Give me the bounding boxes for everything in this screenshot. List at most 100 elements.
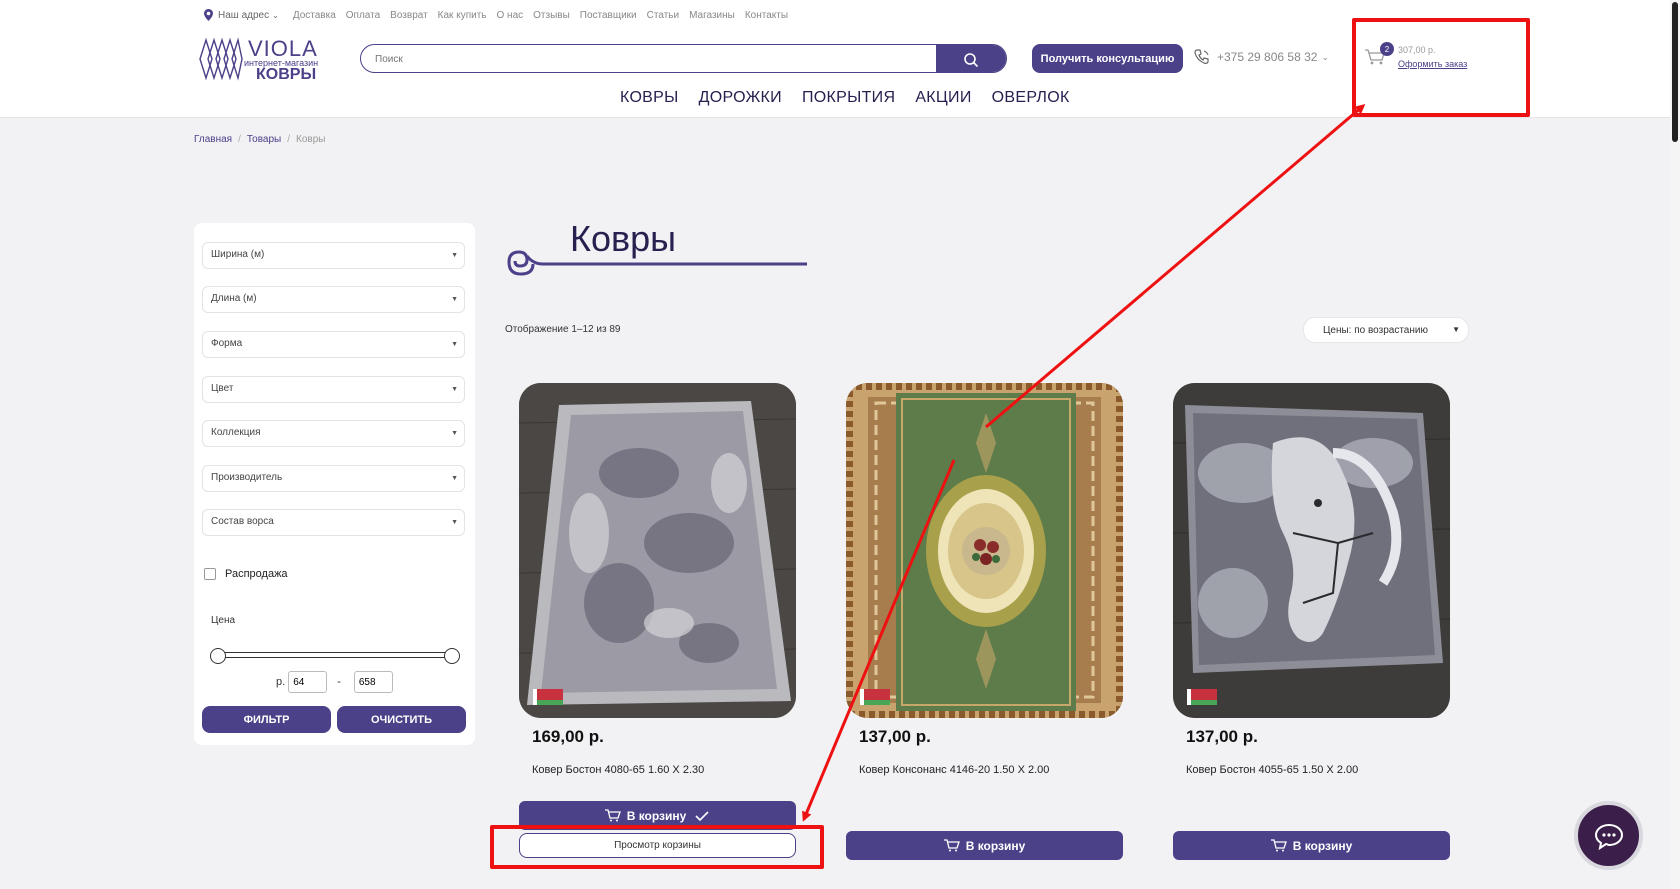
filter-label: Состав ворса <box>211 516 274 527</box>
address-dropdown[interactable]: Наш адрес ⌄ <box>204 9 279 21</box>
filter-length-select[interactable]: Длина (м) ▼ <box>202 286 465 313</box>
nav-overlock[interactable]: ОВЕРЛОК <box>992 89 1070 107</box>
price-max-input[interactable] <box>353 671 393 693</box>
slider-min-handle[interactable] <box>210 648 226 664</box>
chevron-down-icon: ⌄ <box>1321 51 1329 62</box>
filter-label: Ширина (м) <box>211 249 265 260</box>
toplink-articles[interactable]: Статьи <box>647 10 679 21</box>
filter-label: Форма <box>211 338 243 349</box>
logo-category: КОВРЫ <box>256 66 317 83</box>
sort-select[interactable]: Цены: по возрастанию ▼ <box>1303 317 1469 343</box>
add-to-cart-label: В корзину <box>965 838 1026 853</box>
add-to-cart-button[interactable]: В корзину <box>1173 831 1450 860</box>
filter-label: Производитель <box>211 472 283 483</box>
price-min-input[interactable] <box>288 671 328 693</box>
nav-runners[interactable]: ДОРОЖКИ <box>699 89 782 107</box>
filter-button[interactable]: ФИЛЬТР <box>202 706 331 733</box>
nav-carpets[interactable]: КОВРЫ <box>620 89 679 107</box>
filter-width-select[interactable]: Ширина (м) ▼ <box>202 242 465 269</box>
filter-label: Цвет <box>211 383 234 394</box>
toplink-suppliers[interactable]: Поставщики <box>580 10 637 21</box>
search-button[interactable] <box>936 45 1006 72</box>
main-navigation: КОВРЫ ДОРОЖКИ ПОКРЫТИЯ АКЦИИ ОВЕРЛОК <box>620 89 1090 107</box>
product-image[interactable] <box>846 383 1123 718</box>
range-dash: - <box>337 676 341 688</box>
nav-promotions[interactable]: АКЦИИ <box>915 89 971 107</box>
annotation-box-view-cart <box>490 825 824 869</box>
phone-dropdown[interactable]: +375 29 806 58 32 ⌄ <box>1193 48 1329 66</box>
product-name[interactable]: Ковер Бостон 4055-65 1.50 X 2.00 <box>1186 764 1358 776</box>
nav-coverings[interactable]: ПОКРЫТИЯ <box>802 89 895 107</box>
product-image[interactable] <box>1173 383 1450 718</box>
toplink-stores[interactable]: Магазины <box>689 10 735 21</box>
slider-max-handle[interactable] <box>444 648 460 664</box>
search-input[interactable] <box>375 50 955 68</box>
slider-track <box>216 652 456 658</box>
page-title: Ковры <box>570 218 677 259</box>
chevron-down-icon: ▼ <box>1452 325 1460 334</box>
product-name[interactable]: Ковер Бостон 4080-65 1.60 X 2.30 <box>532 764 704 776</box>
filter-label: Длина (м) <box>211 293 257 304</box>
dropdown-arrow-icon: ▼ <box>451 341 458 348</box>
dropdown-arrow-icon: ▼ <box>451 430 458 437</box>
chat-widget-button[interactable] <box>1574 801 1643 870</box>
filter-collection-select[interactable]: Коллекция ▼ <box>202 420 465 447</box>
toplink-contacts[interactable]: Контакты <box>745 10 788 21</box>
clear-button[interactable]: ОЧИСТИТЬ <box>337 706 466 733</box>
annotation-box-cart <box>1352 18 1530 117</box>
filter-pile-select[interactable]: Состав ворса ▼ <box>202 509 465 536</box>
filter-shape-select[interactable]: Форма ▼ <box>202 331 465 358</box>
breadcrumb: Главная / Товары / Ковры <box>194 134 325 145</box>
toplink-reviews[interactable]: Отзывы <box>533 10 570 21</box>
phone-icon <box>1194 49 1209 64</box>
rug-image-green <box>846 383 1123 718</box>
breadcrumb-home[interactable]: Главная <box>194 134 232 145</box>
location-pin-icon <box>204 9 213 21</box>
product-name[interactable]: Ковер Консонанс 4146-20 1.50 X 2.00 <box>859 764 1049 776</box>
phone-number: +375 29 806 58 32 <box>1217 50 1318 64</box>
sort-value: Цены: по возрастанию <box>1323 324 1428 336</box>
toplink-how-to-buy[interactable]: Как купить <box>438 10 487 21</box>
dropdown-arrow-icon: ▼ <box>451 475 458 482</box>
currency-label: р. <box>276 676 286 688</box>
cart-icon <box>943 839 960 852</box>
filter-label: Коллекция <box>211 427 261 438</box>
toplink-delivery[interactable]: Доставка <box>293 10 336 21</box>
toplink-payment[interactable]: Оплата <box>346 10 380 21</box>
price-label: Цена <box>211 615 236 626</box>
belarus-flag-icon <box>1187 689 1217 705</box>
add-to-cart-label: В корзину <box>626 808 687 823</box>
scrollbar-thumb[interactable] <box>1672 2 1678 142</box>
sale-checkbox-row[interactable]: Распродажа <box>204 568 288 580</box>
chevron-down-icon: ⌄ <box>272 10 279 20</box>
site-logo[interactable]: VIOLA интернет-магазин КОВРЫ <box>198 36 333 84</box>
cart-icon <box>1270 839 1287 852</box>
add-to-cart-label: В корзину <box>1292 838 1353 853</box>
consultation-button[interactable]: Получить консультацию <box>1032 44 1183 73</box>
product-price: 137,00 р. <box>859 727 931 746</box>
page-scrollbar[interactable] <box>1670 0 1680 889</box>
toplink-about[interactable]: О нас <box>497 10 524 21</box>
add-to-cart-button[interactable]: В корзину <box>846 831 1123 860</box>
toplink-return[interactable]: Возврат <box>390 10 428 21</box>
annotation-arrow-to-cart <box>985 104 1366 429</box>
price-slider[interactable] <box>210 648 460 664</box>
cart-icon <box>604 809 621 822</box>
belarus-flag-icon <box>533 689 563 705</box>
breadcrumb-separator: / <box>287 134 291 145</box>
filter-color-select[interactable]: Цвет ▼ <box>202 376 465 403</box>
logo-mark-icon <box>199 37 243 81</box>
search-icon <box>964 52 979 67</box>
price-range: р. - <box>276 671 393 693</box>
product-image[interactable] <box>519 383 796 718</box>
dropdown-arrow-icon: ▼ <box>451 386 458 393</box>
filter-manufacturer-select[interactable]: Производитель ▼ <box>202 465 465 492</box>
dropdown-arrow-icon: ▼ <box>451 519 458 526</box>
breadcrumb-current: Ковры <box>296 134 326 145</box>
address-label: Наш адрес <box>218 9 270 21</box>
breadcrumb-products[interactable]: Товары <box>247 134 281 145</box>
product-price: 169,00 р. <box>532 727 604 746</box>
sale-checkbox[interactable] <box>204 568 216 580</box>
product-price: 137,00 р. <box>1186 727 1258 746</box>
results-count: Отображение 1–12 из 89 <box>505 324 621 335</box>
